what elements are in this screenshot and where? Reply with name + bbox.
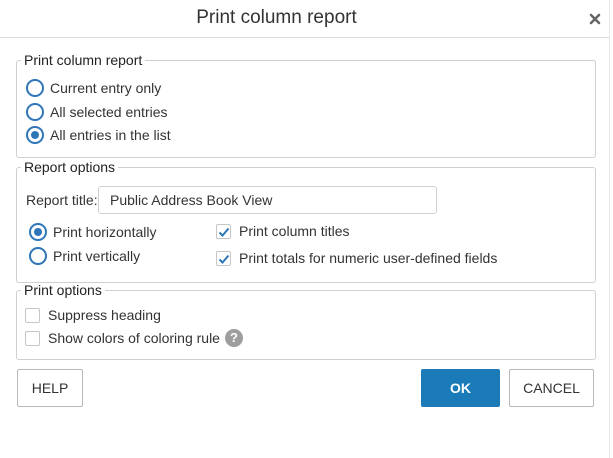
radio-print-vertically-label: Print vertically [53, 248, 141, 264]
radio-current-entry-label: Current entry only [50, 80, 162, 96]
check-print-column-titles[interactable]: Print column titles [216, 223, 349, 239]
radio-selected-entries-label: All selected entries [50, 104, 168, 120]
checkbox-checked[interactable] [216, 250, 231, 266]
checkbox-checked[interactable] [216, 223, 231, 239]
radio-selected-entries[interactable]: All selected entries [26, 103, 168, 121]
print-column-report-dialog: Print column report Print column report … [0, 0, 610, 458]
check-suppress-heading[interactable]: Suppress heading [25, 307, 161, 323]
print-scope-legend: Print column report [24, 52, 143, 68]
check-show-colors[interactable]: Show colors of coloring rule ? [25, 329, 243, 347]
help-button[interactable]: HELP [17, 369, 83, 407]
check-print-totals[interactable]: Print totals for numeric user-defined fi… [216, 250, 497, 266]
radio-print-vertically[interactable]: Print vertically [29, 247, 140, 265]
dialog-title: Print column report [196, 7, 357, 28]
help-question-icon[interactable]: ? [224, 329, 243, 347]
radio-all-entries-label: All entries in the list [50, 127, 171, 143]
check-print-column-titles-label: Print column titles [239, 223, 350, 239]
radio-all-entries[interactable]: All entries in the list [26, 126, 171, 144]
radio-button-selected[interactable] [29, 223, 47, 241]
radio-button-unselected[interactable] [26, 79, 44, 97]
checkmark-icon [218, 227, 230, 237]
radio-button-selected[interactable] [26, 126, 44, 144]
ok-button[interactable]: OK [421, 369, 500, 407]
print-options-legend: Print options [24, 282, 102, 298]
check-suppress-heading-label: Suppress heading [48, 307, 161, 323]
report-title-input[interactable]: Public Address Book View [98, 186, 437, 214]
report-options-legend: Report options [24, 159, 116, 175]
cancel-button[interactable]: CANCEL [509, 369, 594, 407]
close-icon[interactable] [586, 10, 604, 28]
checkbox-unchecked[interactable] [25, 307, 40, 323]
radio-button-unselected[interactable] [26, 103, 44, 121]
checkbox-unchecked[interactable] [25, 330, 40, 346]
radio-button-unselected[interactable] [29, 247, 47, 265]
checkmark-icon [218, 254, 230, 264]
radio-print-horizontally-label: Print horizontally [53, 224, 157, 240]
check-show-colors-label: Show colors of coloring rule [48, 330, 220, 346]
radio-print-horizontally[interactable]: Print horizontally [29, 223, 157, 241]
report-title-label: Report title: [26, 192, 98, 208]
check-print-totals-label: Print totals for numeric user-defined fi… [239, 250, 498, 266]
radio-current-entry[interactable]: Current entry only [26, 79, 161, 97]
dialog-titlebar: Print column report [0, 0, 609, 38]
